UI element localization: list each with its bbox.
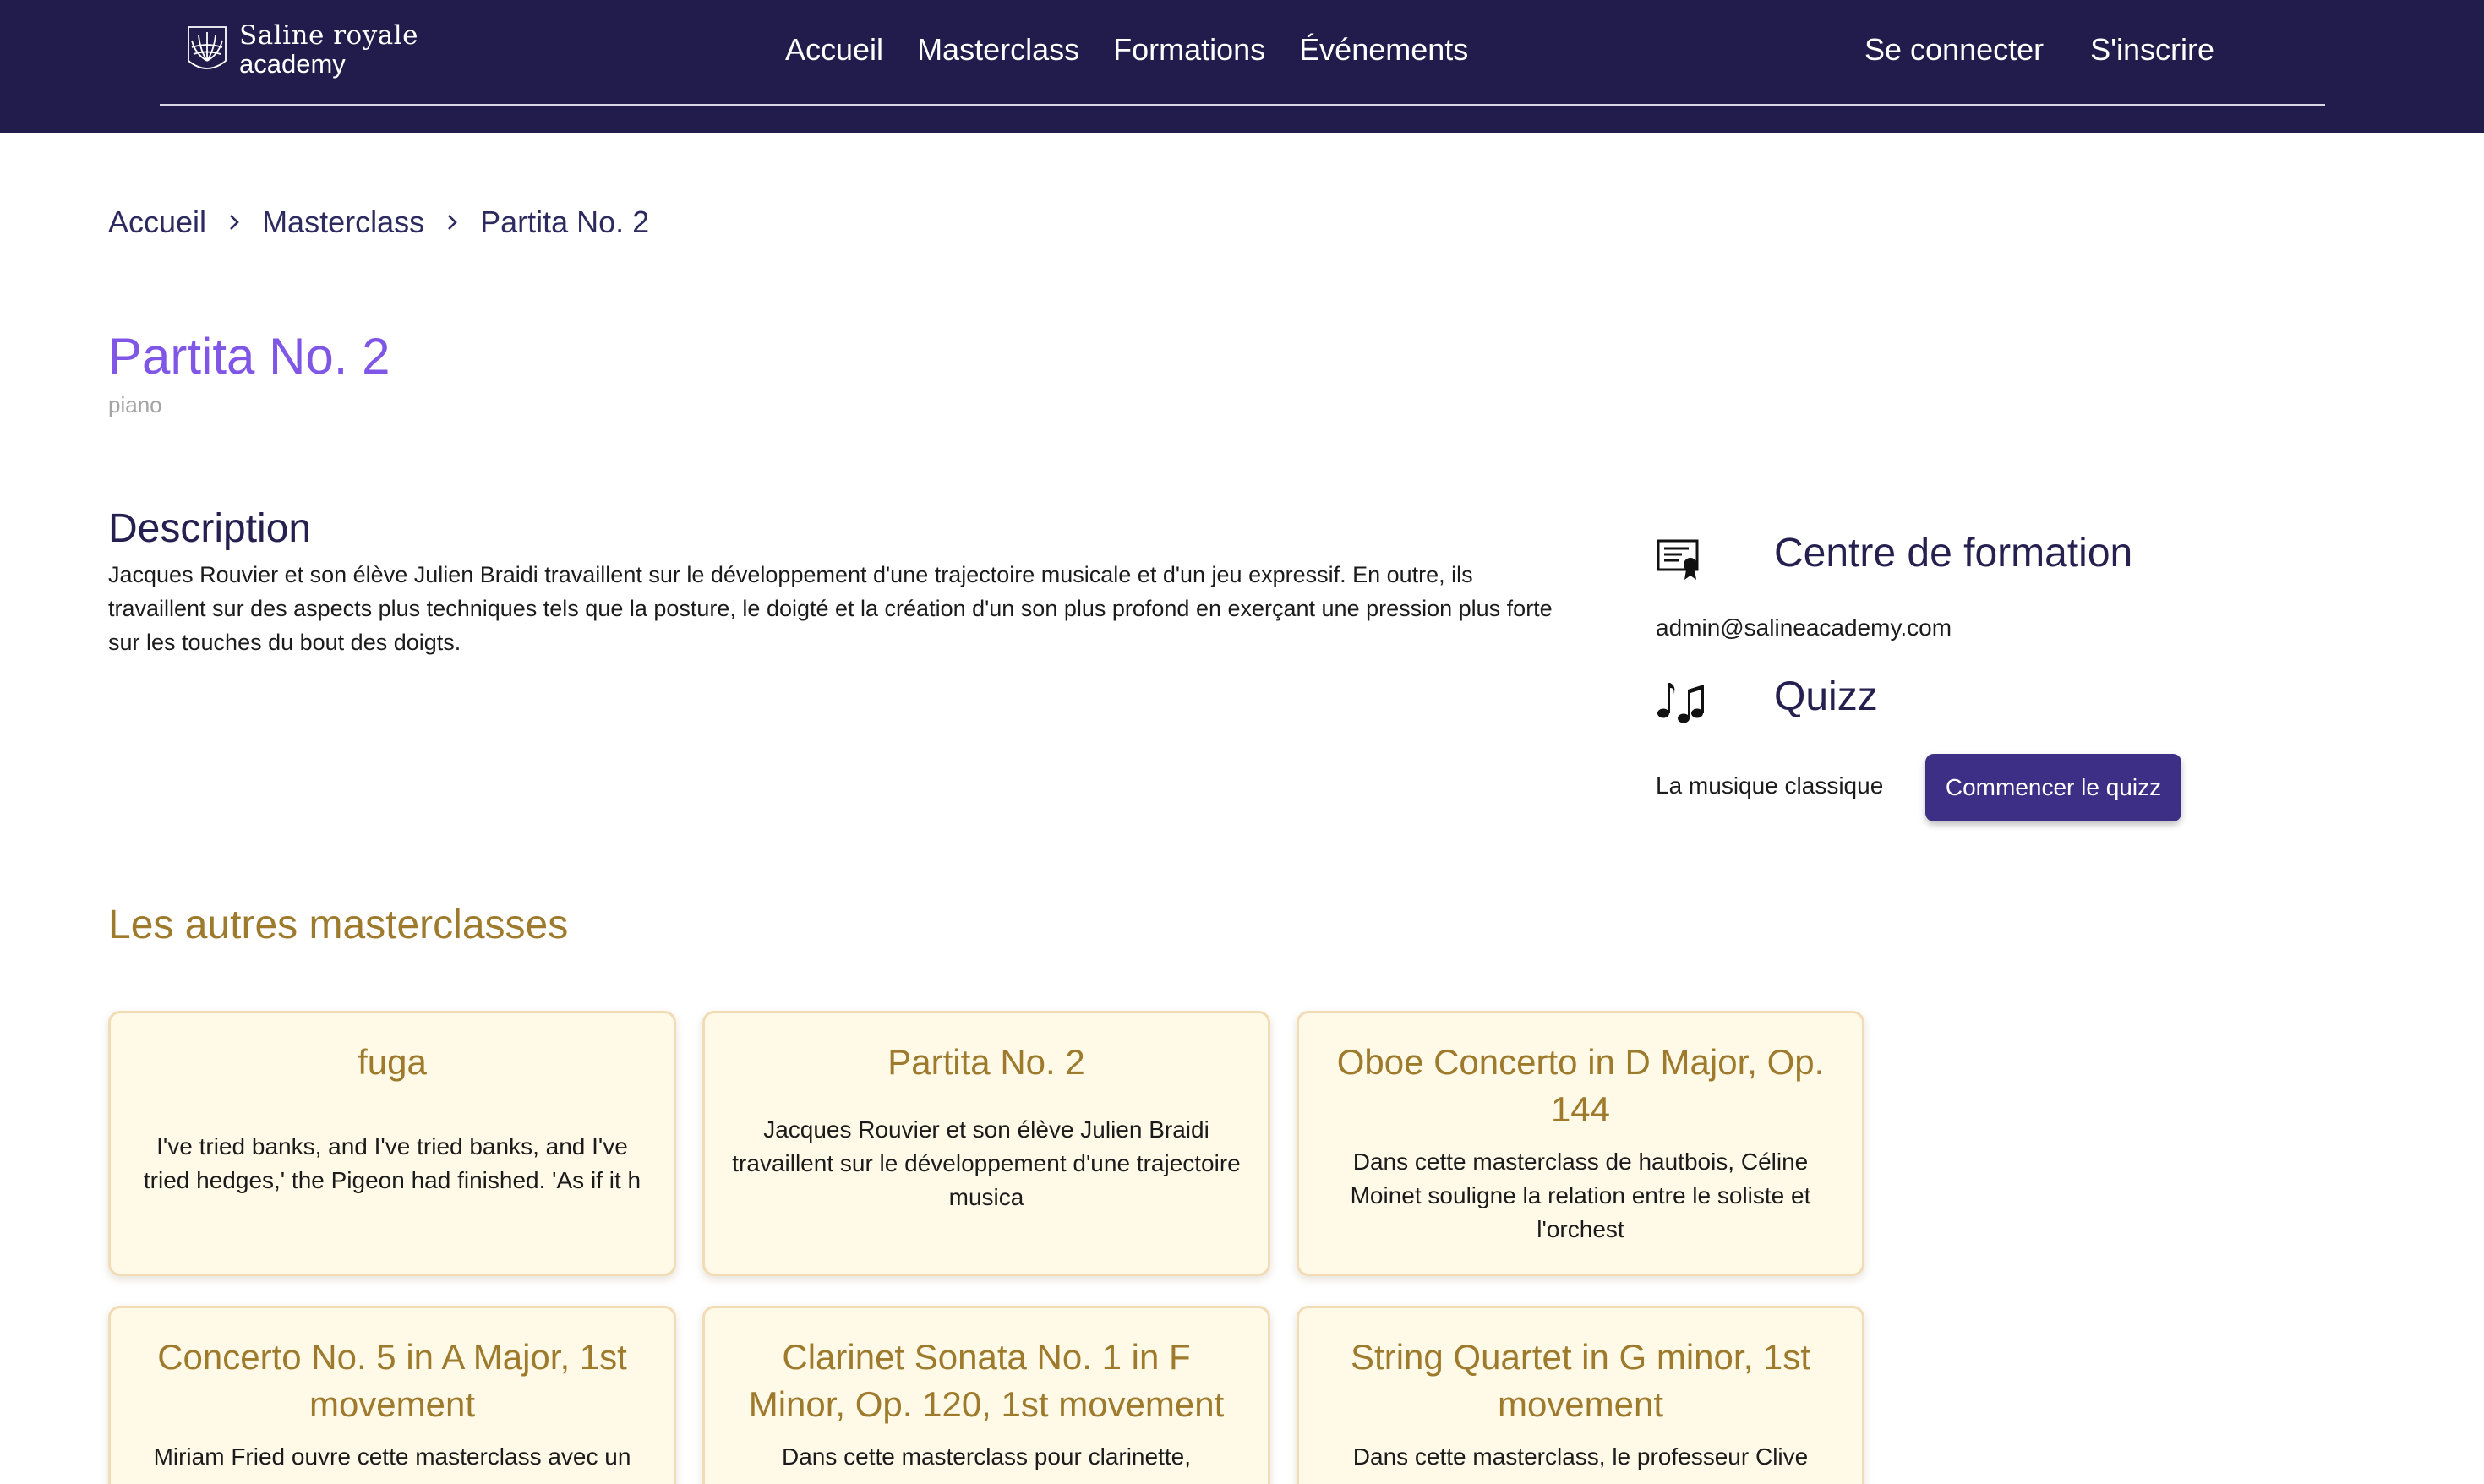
signup-link[interactable]: S'inscrire: [2090, 32, 2214, 68]
masterclass-card[interactable]: Clarinet Sonata No. 1 in F Minor, Op. 12…: [702, 1306, 1270, 1484]
nav-link-evenements[interactable]: Événements: [1299, 32, 1468, 68]
card-text: I've tried banks, and I've tried banks, …: [143, 1133, 641, 1193]
login-link[interactable]: Se connecter: [1864, 32, 2044, 68]
nav-link-accueil[interactable]: Accueil: [785, 32, 883, 68]
card-text: Jacques Rouvier et son élève Julien Brai…: [732, 1116, 1241, 1210]
breadcrumb-masterclass[interactable]: Masterclass: [262, 205, 424, 240]
masterclass-card[interactable]: Partita No. 2 Jacques Rouvier et son élè…: [702, 1011, 1270, 1276]
card-text: Dans cette masterclass de hautbois, Céli…: [1350, 1148, 1811, 1242]
quiz-heading: Quizz: [1774, 674, 1878, 719]
logo-text: Saline royale academy: [239, 20, 418, 79]
start-quiz-button[interactable]: Commencer le quizz: [1925, 754, 2181, 821]
logo-line1: Saline royale: [239, 20, 418, 51]
navbar-divider: [160, 104, 2325, 106]
certificate-icon: [1657, 539, 1699, 580]
main-nav: Accueil Masterclass Formations Événement…: [785, 32, 1468, 68]
quiz-topic: La musique classique: [1656, 772, 1884, 799]
masterclass-card[interactable]: fuga I've tried banks, and I've tried ba…: [108, 1011, 676, 1276]
page-title: Partita No. 2: [108, 328, 390, 385]
logo[interactable]: Saline royale academy: [185, 22, 418, 78]
nav-link-masterclass[interactable]: Masterclass: [917, 32, 1079, 68]
breadcrumb-current[interactable]: Partita No. 2: [480, 205, 649, 240]
description-text: Jacques Rouvier et son élève Julien Brai…: [108, 562, 1553, 655]
music-notes-icon: [1657, 683, 1704, 723]
card-text: Miriam Fried ouvre cette masterclass ave…: [153, 1443, 631, 1470]
masterclass-card[interactable]: Oboe Concerto in D Major, Op. 144 Dans c…: [1297, 1011, 1864, 1276]
logo-emblem-icon: [188, 26, 227, 69]
auth-links: Se connecter S'inscrire: [1864, 32, 2214, 68]
nav-link-formations[interactable]: Formations: [1113, 32, 1265, 68]
description-heading: Description: [108, 506, 312, 551]
masterclass-card[interactable]: String Quartet in G minor, 1st movement …: [1297, 1306, 1864, 1484]
chevron-right-icon: [225, 213, 243, 232]
card-title: String Quartet in G minor, 1st movement: [1351, 1337, 1810, 1424]
card-text: Dans cette masterclass pour clarinette,: [782, 1443, 1191, 1470]
training-center-email[interactable]: admin@salineacademy.com: [1656, 614, 1952, 641]
card-title: Oboe Concerto in D Major, Op. 144: [1336, 1042, 1825, 1129]
card-title: Partita No. 2: [887, 1042, 1085, 1082]
card-title: fuga: [358, 1042, 427, 1082]
card-title: Clarinet Sonata No. 1 in F Minor, Op. 12…: [748, 1337, 1225, 1424]
masterclass-card[interactable]: Concerto No. 5 in A Major, 1st movement …: [108, 1306, 676, 1484]
logo-line2: academy: [239, 49, 346, 79]
page: Saline royale academy Accueil Masterclas…: [0, 0, 2484, 1484]
card-text: Dans cette masterclass, le professeur Cl…: [1352, 1443, 1809, 1470]
training-center-heading: Centre de formation: [1774, 531, 2133, 576]
breadcrumb-accueil[interactable]: Accueil: [108, 205, 206, 240]
instrument-label: piano: [108, 392, 162, 417]
chevron-right-icon: [443, 213, 461, 232]
other-masterclasses-heading: Les autres masterclasses: [108, 903, 569, 947]
breadcrumb: Accueil Masterclass Partita No. 2: [108, 205, 649, 240]
card-title: Concerto No. 5 in A Major, 1st movement: [157, 1337, 627, 1424]
navbar: Saline royale academy Accueil Masterclas…: [0, 0, 2484, 133]
